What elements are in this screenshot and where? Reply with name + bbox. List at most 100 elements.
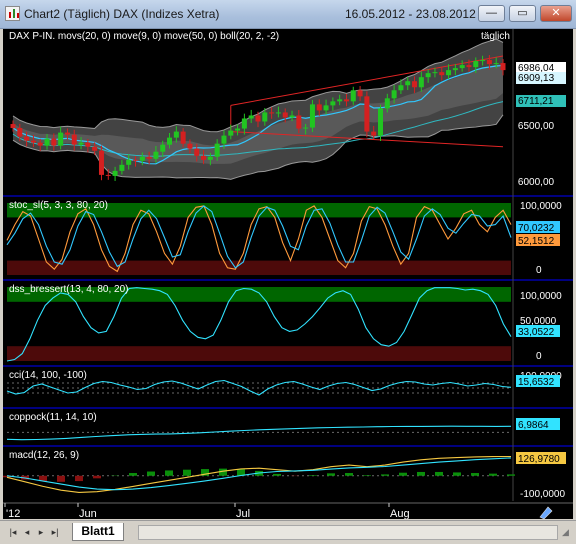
prev-sheet-button[interactable]: ◂ xyxy=(22,526,32,538)
candle-body xyxy=(235,129,240,131)
indicator-series-line xyxy=(7,426,511,440)
candle-body xyxy=(208,157,213,160)
price-tick-6500: 6500,00 xyxy=(518,121,555,132)
candle-body xyxy=(364,96,369,131)
chart-area[interactable]: DAX P-IN. movs(20, 0) move(9, 0) move(50… xyxy=(3,29,573,519)
candle-body xyxy=(303,128,308,129)
candle-body xyxy=(221,136,226,144)
macd-histogram-bar xyxy=(57,476,65,482)
candle-body xyxy=(283,112,288,117)
close-button[interactable]: ✕ xyxy=(540,5,572,22)
candle-body xyxy=(201,156,206,160)
macd-histogram-bar xyxy=(75,476,83,481)
macd-histogram-bar xyxy=(435,472,443,476)
candle-body xyxy=(446,70,451,75)
horizontal-scrollbar[interactable] xyxy=(138,525,558,540)
candle-body xyxy=(17,128,22,137)
candle-body xyxy=(460,65,465,68)
macd-histogram-bar xyxy=(93,476,101,479)
candle-body xyxy=(405,81,410,85)
oversold-zone xyxy=(7,261,511,275)
candle-body xyxy=(501,63,506,70)
candle-body xyxy=(92,147,97,151)
dss-tick-100: 100,0000 xyxy=(520,291,562,302)
price-tick-6000: 6000,00 xyxy=(518,177,555,188)
stoch-k-label: 70,0232 xyxy=(518,223,555,234)
candle-body xyxy=(228,131,233,136)
candle-body xyxy=(153,152,158,159)
first-sheet-button[interactable]: |◂ xyxy=(8,526,18,538)
candle-body xyxy=(119,165,124,171)
time-tick-label: Aug xyxy=(390,508,410,519)
panel-title-2: dss_bressert(13, 4, 80, 20) xyxy=(9,284,129,295)
macd-histogram-bar xyxy=(129,473,137,476)
oversold-zone xyxy=(7,346,511,361)
ma50-value-label: 6711,21 xyxy=(518,96,554,107)
candle-body xyxy=(65,133,70,135)
maximize-button[interactable]: ▭ xyxy=(509,5,536,22)
candle-body xyxy=(351,90,356,101)
macd-histogram-bar xyxy=(147,472,155,476)
last-sheet-button[interactable]: ▸| xyxy=(50,526,60,538)
candle-body xyxy=(290,115,295,117)
candle-body xyxy=(480,60,485,61)
candle-body xyxy=(385,98,390,108)
candle-body xyxy=(432,72,437,73)
candle-body xyxy=(113,171,118,176)
macd-histogram-bar xyxy=(471,473,479,476)
macd-tick-neg100: -100,0000 xyxy=(520,489,565,500)
macd-histogram-bar xyxy=(165,470,173,475)
candle-body xyxy=(487,60,492,64)
stoch-d-label: 52,1512 xyxy=(518,236,555,247)
panel-title-3: cci(14, 100, -100) xyxy=(9,370,87,381)
candle-body xyxy=(296,115,301,128)
time-tick-label: '12 xyxy=(6,508,20,519)
macd-histogram-bar xyxy=(363,475,371,476)
candle-body xyxy=(337,99,342,101)
chart-app-icon xyxy=(5,6,20,21)
candle-body xyxy=(24,137,29,141)
macd-histogram-bar xyxy=(507,474,515,475)
candle-body xyxy=(494,63,499,64)
resize-grip-icon[interactable]: ◢ xyxy=(562,527,572,539)
candle-body xyxy=(317,104,322,110)
minimize-button[interactable]: — xyxy=(478,5,505,22)
macd-histogram-bar xyxy=(273,474,281,476)
candle-body xyxy=(473,61,478,67)
candle-body xyxy=(11,124,16,128)
ma9-value-label: 6909,13 xyxy=(518,73,555,84)
macd-histogram-bar xyxy=(453,472,461,475)
macd-histogram-bar xyxy=(183,470,191,476)
candle-body xyxy=(45,139,50,146)
stoch-tick-0: 0 xyxy=(536,265,542,276)
chart-canvas[interactable]: DAX P-IN. movs(20, 0) move(9, 0) move(50… xyxy=(3,29,573,519)
candle-body xyxy=(398,85,403,90)
panel-title-1: stoc_sl(5, 3, 3, 80, 20) xyxy=(9,200,108,211)
candle-body xyxy=(419,77,424,87)
candle-body xyxy=(324,105,329,110)
candle-body xyxy=(378,108,383,135)
draw-tool-icon xyxy=(540,507,552,519)
candle-body xyxy=(85,143,90,147)
candle-body xyxy=(269,112,274,113)
candle-body xyxy=(106,175,111,176)
candle-body xyxy=(262,112,267,121)
candle-body xyxy=(242,118,247,128)
candle-body xyxy=(160,145,165,152)
dss-tick-0: 0 xyxy=(536,351,542,362)
candle-body xyxy=(140,157,145,161)
panel-title-5: macd(12, 26, 9) xyxy=(9,450,79,461)
candle-body xyxy=(371,132,376,136)
candle-body xyxy=(58,133,63,146)
candle-body xyxy=(72,135,77,145)
candle-body xyxy=(310,104,315,127)
coppock-value-label: 6,9864 xyxy=(518,420,549,431)
time-tick-label: Jul xyxy=(236,508,250,519)
next-sheet-button[interactable]: ▸ xyxy=(36,526,46,538)
macd-histogram-bar xyxy=(489,474,497,476)
window-title: Chart2 (Täglich) DAX (Indizes Xetra) xyxy=(24,7,219,21)
sheet-tab-blatt1[interactable]: Blatt1 xyxy=(72,523,124,541)
candle-body xyxy=(181,132,186,144)
macd-value-label: 126,9780 xyxy=(518,454,560,465)
candle-body xyxy=(330,101,335,105)
